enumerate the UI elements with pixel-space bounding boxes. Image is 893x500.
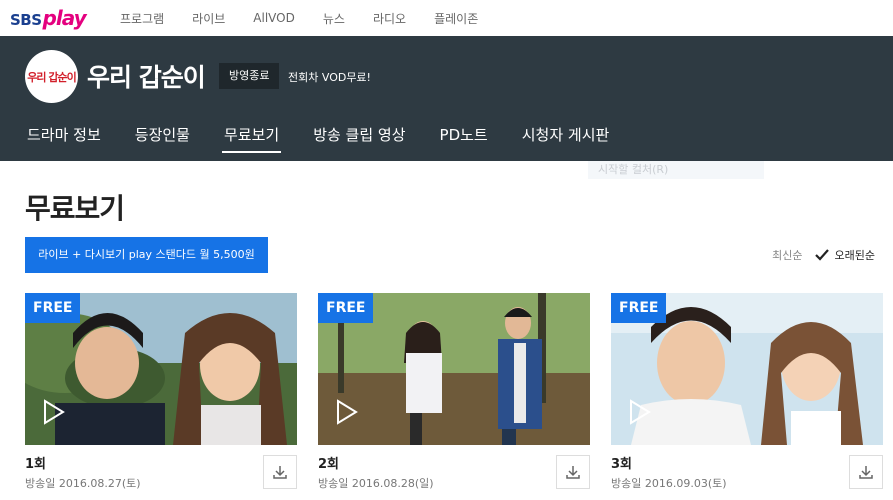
sort-oldest[interactable]: 오래된순 <box>814 247 875 263</box>
episode-date: 방송일 2016.08.28(일) <box>318 477 434 490</box>
top-menu-item-radio[interactable]: 라디오 <box>373 10 406 27</box>
program-title[interactable]: 우리 갑순이 <box>87 58 206 94</box>
program-logo-text: 우리 갑순이 <box>27 70 76 84</box>
program-logo[interactable]: 우리 갑순이 <box>25 50 78 103</box>
download-button[interactable] <box>849 455 883 489</box>
free-badge: FREE <box>611 293 667 323</box>
tab-free-watch[interactable]: 무료보기 <box>221 122 282 161</box>
program-header: 우리 갑순이 우리 갑순이 방영종료 전회차 VOD무료! 드라마 정보 등장인… <box>0 36 893 161</box>
download-button[interactable] <box>263 455 297 489</box>
episode-card[interactable]: FREE 3회 방송일 2016.09.03(토) <box>611 293 883 490</box>
episode-title[interactable]: 1회 <box>25 453 46 472</box>
episode-title[interactable]: 3회 <box>611 453 632 472</box>
top-menu-item-programs[interactable]: 프로그램 <box>120 10 164 27</box>
top-nav: SBS play 프로그램 라이브 AllVOD 뉴스 라디오 플레이존 <box>0 0 893 36</box>
play-icon[interactable] <box>43 399 65 425</box>
play-icon[interactable] <box>629 399 651 425</box>
check-icon <box>814 249 829 261</box>
tab-drama-info[interactable]: 드라마 정보 <box>25 122 103 161</box>
episode-card[interactable]: FREE 2회 방송일 2016.08.28(일) <box>318 293 590 490</box>
episode-thumbnail[interactable]: FREE <box>318 293 590 445</box>
logo-play: play <box>42 6 87 30</box>
download-icon <box>859 466 873 479</box>
sort-newest[interactable]: 최신순 <box>772 247 802 263</box>
tab-characters[interactable]: 등장인물 <box>133 122 192 161</box>
top-menu: 프로그램 라이브 AllVOD 뉴스 라디오 플레이존 <box>120 0 506 36</box>
free-badge: FREE <box>25 293 81 323</box>
top-menu-item-playzone[interactable]: 플레이존 <box>434 10 478 27</box>
episode-thumbnail[interactable]: FREE <box>611 293 883 445</box>
sbs-play-logo[interactable]: SBS play <box>10 6 87 30</box>
tab-pd-note[interactable]: PD노트 <box>438 122 490 161</box>
top-menu-item-news[interactable]: 뉴스 <box>323 10 345 27</box>
vod-notice: 전회차 VOD무료! <box>288 71 371 84</box>
tab-board[interactable]: 시청자 게시판 <box>520 122 612 161</box>
status-badge: 방영종료 <box>219 63 280 89</box>
play-icon[interactable] <box>336 399 358 425</box>
episode-title[interactable]: 2회 <box>318 453 339 472</box>
page-title: 무료보기 <box>25 192 125 225</box>
download-icon <box>273 466 287 479</box>
subscription-promo-button[interactable]: 라이브 + 다시보기 play 스탠다드 월 5,500원 <box>25 237 268 273</box>
ghost-context-menu: 시작할 컬처(R) <box>588 161 764 179</box>
episode-list: FREE 1회 방송일 2016.08.27(토) FREE 2회 방송일 20… <box>25 293 893 490</box>
episode-thumbnail[interactable]: FREE <box>25 293 297 445</box>
top-menu-item-allvod[interactable]: AllVOD <box>253 11 295 25</box>
download-button[interactable] <box>556 455 590 489</box>
program-tabs: 드라마 정보 등장인물 무료보기 방송 클립 영상 PD노트 시청자 게시판 <box>25 122 641 161</box>
sort-controls: 최신순 오래된순 <box>772 247 875 263</box>
episode-date: 방송일 2016.08.27(토) <box>25 477 141 490</box>
episode-card[interactable]: FREE 1회 방송일 2016.08.27(토) <box>25 293 297 490</box>
top-menu-item-live[interactable]: 라이브 <box>192 10 225 27</box>
tab-clips[interactable]: 방송 클립 영상 <box>311 122 407 161</box>
free-badge: FREE <box>318 293 374 323</box>
download-icon <box>566 466 580 479</box>
episode-date: 방송일 2016.09.03(토) <box>611 477 727 490</box>
logo-sbs: SBS <box>10 11 42 29</box>
sort-oldest-label: 오래된순 <box>834 249 875 262</box>
